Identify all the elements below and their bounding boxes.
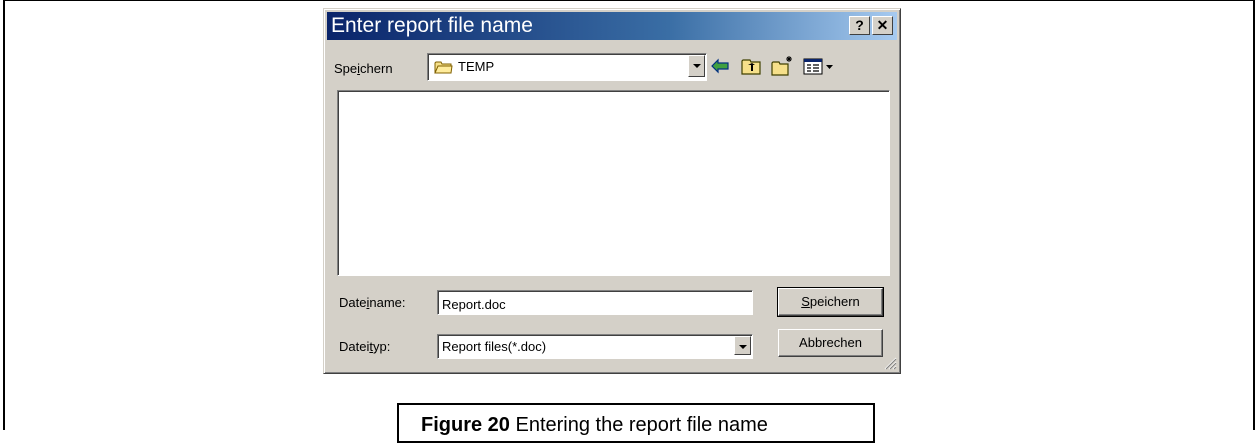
view-menu-icon[interactable] [802,55,836,77]
file-type-value: Report files(*.doc) [442,339,547,354]
figure-caption: Figure 20 Entering the report file name [397,403,875,443]
save-file-dialog: Enter report file name ? ✕ Speichern TEM… [323,8,901,374]
cancel-button[interactable]: Abbrechen [778,329,883,357]
file-type-label: Dateityp: [339,339,391,354]
file-type-dropdown-arrow[interactable] [734,336,751,355]
up-folder-icon[interactable] [739,55,763,77]
save-button[interactable]: Speichern [777,287,884,317]
resize-grip-icon[interactable] [883,356,897,370]
new-folder-icon[interactable] [770,55,794,77]
save-in-value: TEMP [458,59,495,74]
save-in-label: Speichern [334,61,393,76]
folder-icon [434,61,453,74]
file-list[interactable] [337,90,890,276]
help-button[interactable]: ? [849,16,870,35]
file-name-input[interactable] [437,290,753,315]
file-type-dropdown[interactable]: Report files(*.doc) [437,334,753,359]
save-in-dropdown[interactable]: TEMP [427,53,707,81]
caption-text: Entering the report file name [515,414,768,436]
back-arrow-icon[interactable] [709,55,733,77]
close-button[interactable]: ✕ [872,16,893,35]
title-bar[interactable]: Enter report file name ? ✕ [327,12,897,40]
figure-number: Figure 20 [421,414,510,436]
file-name-label: Dateiname: [339,295,406,310]
dialog-title: Enter report file name [331,14,533,37]
save-in-dropdown-arrow[interactable] [688,55,705,77]
